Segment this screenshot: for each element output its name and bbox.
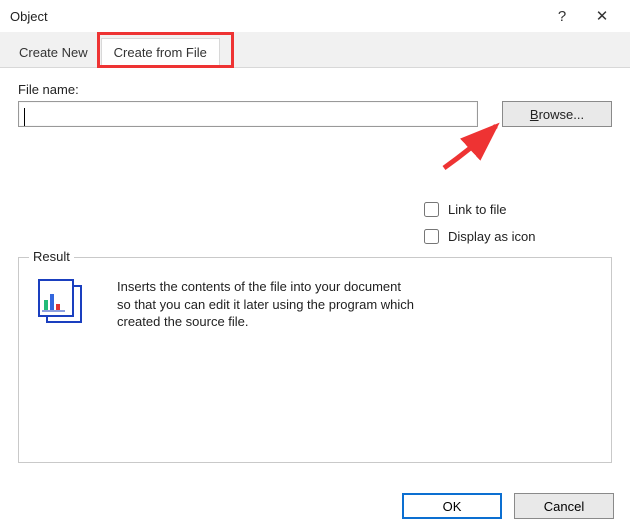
- result-description: Inserts the contents of the file into yo…: [117, 278, 417, 331]
- result-legend: Result: [29, 249, 74, 264]
- browse-button[interactable]: Browse...: [502, 101, 612, 127]
- ok-button[interactable]: OK: [402, 493, 502, 519]
- display-as-icon-checkbox[interactable]: [424, 229, 439, 244]
- close-icon: ✕: [596, 7, 609, 25]
- link-to-file-row: Link to file: [420, 199, 630, 220]
- options-group: Link to file Display as icon: [420, 199, 630, 247]
- file-name-input[interactable]: [18, 101, 478, 127]
- dialog-footer: OK Cancel: [402, 493, 614, 519]
- file-row: Browse...: [18, 101, 612, 127]
- browse-underline: B: [530, 107, 539, 122]
- display-as-icon-label: Display as icon: [448, 229, 535, 244]
- tab-strip: Create New Create from File: [0, 32, 630, 68]
- text-cursor: [24, 108, 25, 126]
- window-title: Object: [10, 9, 542, 24]
- embedded-document-icon: [35, 278, 91, 328]
- display-as-icon-row: Display as icon: [420, 226, 630, 247]
- titlebar: Object ? ✕: [0, 0, 630, 32]
- browse-rest: rowse...: [539, 107, 585, 122]
- link-to-file-label: Link to file: [448, 202, 507, 217]
- dialog-body: File name: Browse...: [0, 68, 630, 135]
- help-button[interactable]: ?: [542, 1, 582, 31]
- close-button[interactable]: ✕: [582, 1, 622, 31]
- link-to-file-checkbox[interactable]: [424, 202, 439, 217]
- cancel-button[interactable]: Cancel: [514, 493, 614, 519]
- tab-create-new[interactable]: Create New: [6, 38, 101, 68]
- help-icon: ?: [558, 8, 566, 25]
- tab-create-from-file[interactable]: Create from File: [101, 38, 220, 68]
- result-group: Result Inserts the contents of the file …: [18, 257, 612, 463]
- file-name-label: File name:: [18, 82, 612, 97]
